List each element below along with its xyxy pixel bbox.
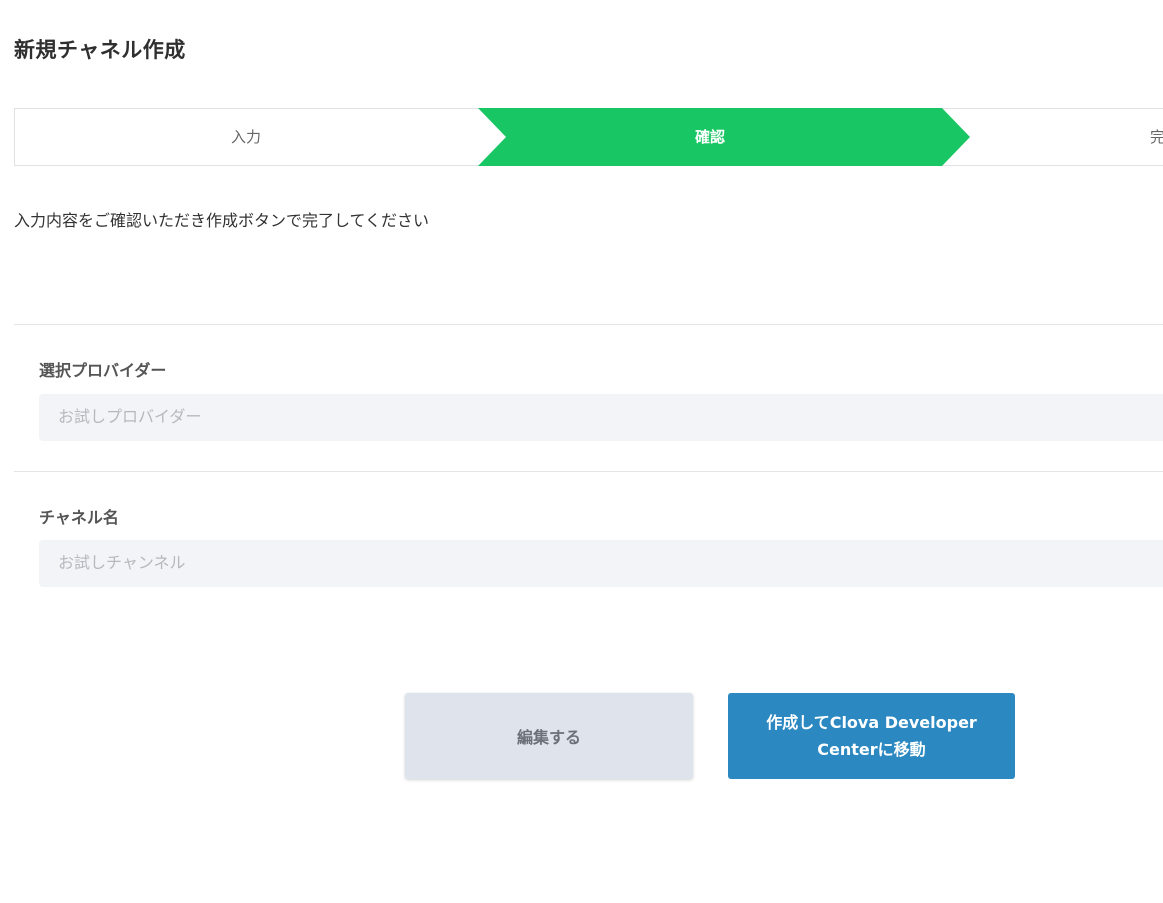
- create-button-label: 作成してClova Developer Centerに移動: [766, 713, 977, 759]
- edit-button[interactable]: 編集する: [405, 693, 693, 779]
- divider: [14, 471, 1163, 472]
- page: 新規チャネル作成 入力 確認 完 入力内容をご確認いただき作成ボタンで完了してく…: [0, 0, 1163, 903]
- step-input: 入力: [230, 128, 261, 146]
- step-confirm: 確認: [694, 128, 725, 146]
- provider-value: お試しプロバイダー: [39, 394, 1163, 441]
- step-complete: 完: [1150, 128, 1163, 146]
- create-button[interactable]: 作成してClova Developer Centerに移動: [728, 693, 1015, 779]
- instruction-text: 入力内容をご確認いただき作成ボタンで完了してください: [14, 211, 430, 230]
- channel-name-value: お試しチャンネル: [39, 540, 1163, 587]
- channel-name-label: チャネル名: [39, 508, 119, 527]
- page-title: 新規チャネル作成: [14, 38, 186, 62]
- edit-button-label: 編集する: [516, 728, 581, 747]
- provider-label: 選択プロバイダー: [39, 361, 167, 380]
- progress-stepper: 入力 確認 完: [14, 108, 1163, 166]
- divider: [14, 324, 1163, 325]
